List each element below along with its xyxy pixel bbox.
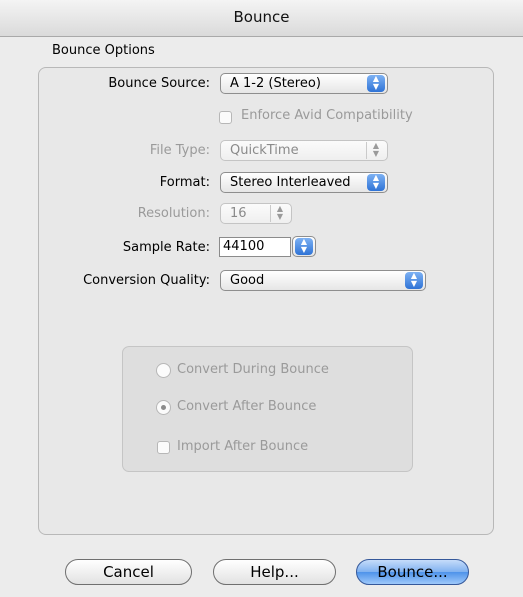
convert-after-radio[interactable] <box>156 400 171 415</box>
sample-rate-label: Sample Rate: <box>122 240 210 255</box>
resolution-popup[interactable]: 16 ▲ ▼ <box>220 203 292 224</box>
bounce-source-label: Bounce Source: <box>108 76 210 91</box>
convert-after-label: Convert After Bounce <box>177 399 317 414</box>
up-down-arrows-icon: ▲ ▼ <box>366 142 385 159</box>
up-down-arrows-icon: ▲ ▼ <box>295 238 313 255</box>
import-after-checkbox[interactable] <box>157 441 170 454</box>
up-down-arrows-icon: ▲ ▼ <box>367 174 385 191</box>
format-value: Stereo Interleaved <box>230 175 351 190</box>
window-title: Bounce <box>0 0 523 37</box>
bounce-button[interactable]: Bounce... <box>356 559 469 585</box>
up-down-arrows-icon: ▲ ▼ <box>270 205 289 222</box>
sample-rate-field[interactable]: 44100 <box>219 237 291 257</box>
bounce-dialog: Bounce Bounce Options Bounce Source: A 1… <box>0 0 523 597</box>
resolution-value: 16 <box>230 206 247 221</box>
conversion-quality-label: Conversion Quality: <box>83 273 210 288</box>
bounce-source-value: A 1-2 (Stereo) <box>230 76 321 91</box>
bounce-source-popup[interactable]: A 1-2 (Stereo) ▲ ▼ <box>220 73 388 94</box>
convert-during-label: Convert During Bounce <box>177 362 329 377</box>
file-type-label: File Type: <box>149 143 210 158</box>
help-button[interactable]: Help... <box>213 559 336 585</box>
file-type-value: QuickTime <box>230 143 299 158</box>
sample-rate-popup[interactable]: ▲ ▼ <box>292 236 316 257</box>
resolution-label: Resolution: <box>137 206 210 221</box>
format-label: Format: <box>159 175 210 190</box>
import-after-label: Import After Bounce <box>177 439 309 454</box>
enforce-avid-checkbox[interactable] <box>219 111 232 124</box>
group-label: Bounce Options <box>52 43 155 58</box>
conversion-quality-popup[interactable]: Good ▲ ▼ <box>220 270 426 291</box>
cancel-button[interactable]: Cancel <box>65 559 192 585</box>
file-type-popup[interactable]: QuickTime ▲ ▼ <box>220 140 388 161</box>
up-down-arrows-icon: ▲ ▼ <box>367 75 385 92</box>
up-down-arrows-icon: ▲ ▼ <box>405 272 423 289</box>
conversion-quality-value: Good <box>230 273 265 288</box>
format-popup[interactable]: Stereo Interleaved ▲ ▼ <box>220 172 388 193</box>
enforce-avid-label: Enforce Avid Compatibility <box>241 108 413 123</box>
convert-during-radio[interactable] <box>156 363 171 378</box>
